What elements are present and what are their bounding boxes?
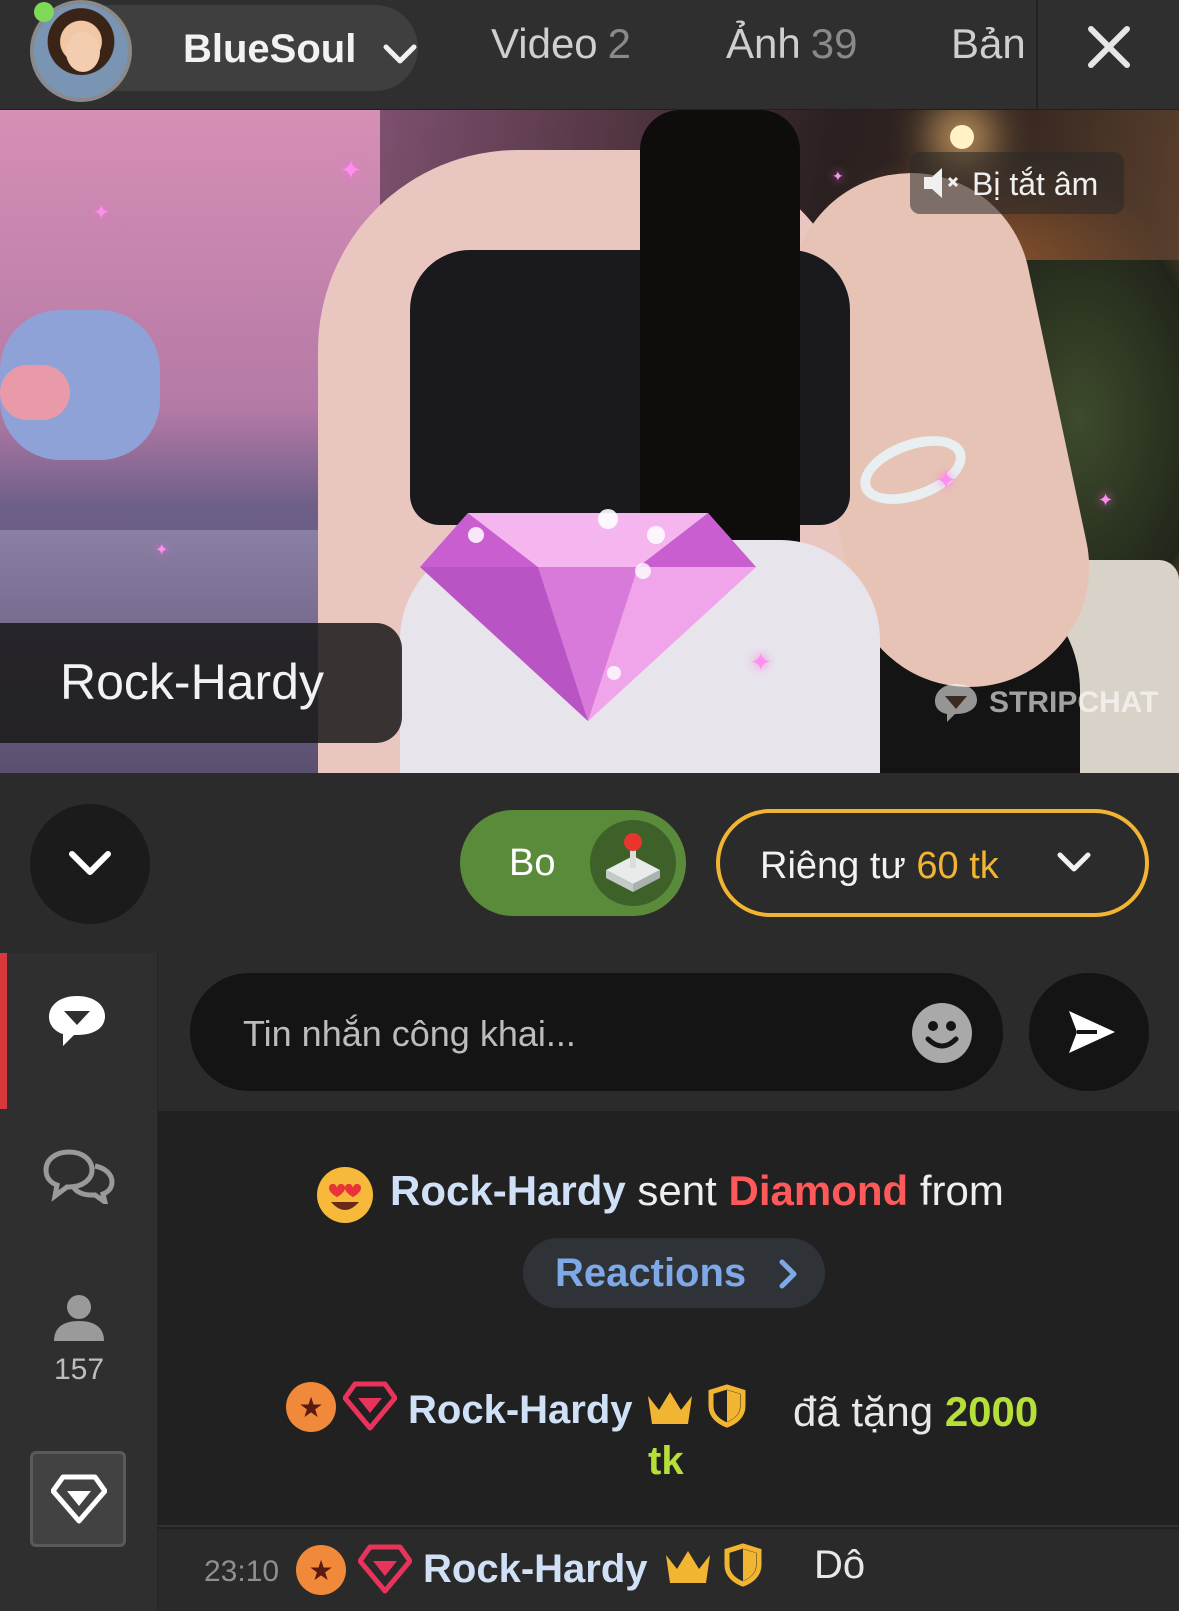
- message-timestamp: 23:10: [204, 1555, 280, 1588]
- smiley-icon: [925, 1021, 959, 1049]
- video-scene-pillow-detail: [0, 365, 70, 420]
- chat-username[interactable]: Rock-Hardy: [408, 1388, 633, 1433]
- tab-photos-count: 39: [810, 20, 858, 67]
- ultimate-badge-icon: [358, 1544, 412, 1594]
- joystick-icon: [590, 820, 676, 906]
- chat-message-tip: ★ Rock-Hardy đã tặng 2000 tk: [158, 1376, 1179, 1506]
- top-bar: BlueSoul Video 2 Ảnh 39 Bản: [0, 0, 1179, 110]
- close-icon: [1088, 26, 1130, 68]
- sidebar-item-viewers[interactable]: 157: [0, 1293, 158, 1403]
- user-icon: [54, 1295, 104, 1341]
- tab-video-label: Video: [491, 20, 598, 67]
- gift-verb: sent: [637, 1167, 717, 1214]
- video-player[interactable]: ✦ ✦ ✦ ✦ ✦ ✦ ✦ Bị tắt âm Rock-Hardy STRIP…: [0, 110, 1179, 773]
- collapse-video-button[interactable]: [30, 804, 150, 924]
- chat-username[interactable]: Rock-Hardy: [390, 1167, 626, 1214]
- ultimate-badge-icon: [343, 1381, 397, 1431]
- private-show-label: Riêng tư 60 tk: [760, 845, 999, 888]
- close-button[interactable]: [1036, 0, 1179, 110]
- private-show-text: Riêng tư: [760, 845, 906, 887]
- public-message-input[interactable]: Tin nhắn công khai...: [190, 973, 1003, 1091]
- muted-indicator[interactable]: Bị tắt âm: [910, 152, 1124, 214]
- gift-notification-banner: Rock-Hardy: [0, 623, 402, 743]
- gift-name: Diamond: [728, 1167, 909, 1214]
- tip-message-text: đã tặng 2000: [793, 1388, 1038, 1436]
- diamond-gift-icon: [420, 509, 756, 721]
- sidebar-item-ultimate[interactable]: [30, 1451, 126, 1547]
- reactions-link[interactable]: Reactions: [523, 1238, 825, 1308]
- chevron-down-icon: [1057, 852, 1091, 872]
- chat-message-gift: Rock-Hardy sent Diamond from: [158, 1161, 1179, 1241]
- app-root: BlueSoul Video 2 Ảnh 39 Bản ✦ ✦ ✦ ✦ ✦ ✦ …: [0, 0, 1179, 1611]
- model-username: BlueSoul: [183, 27, 357, 71]
- sparkle-icon: ✦: [935, 465, 957, 495]
- shield-icon: [708, 1384, 746, 1428]
- diamond-icon: [51, 1474, 107, 1524]
- tab-video[interactable]: Video 2: [491, 20, 631, 68]
- star-badge-icon: ★: [286, 1382, 336, 1432]
- sparkle-icon: ✦: [340, 155, 362, 185]
- emoji-button[interactable]: [912, 1003, 972, 1063]
- message-divider: [158, 1525, 1179, 1527]
- sparkle-icon: ✦: [832, 168, 844, 184]
- chevron-down-icon: [383, 44, 417, 64]
- speaker-muted-icon: [924, 168, 959, 198]
- private-show-price: 60 tk: [916, 845, 999, 887]
- send-icon: [1069, 1011, 1115, 1053]
- tab-video-count: 2: [607, 20, 632, 67]
- reactions-label: Reactions: [555, 1251, 747, 1295]
- sparkle-icon: ✦: [1098, 490, 1114, 510]
- crown-icon: [648, 1392, 692, 1424]
- message-text: Dô: [814, 1543, 866, 1587]
- tip-amount: 2000: [944, 1388, 1039, 1435]
- message-input-placeholder: Tin nhắn công khai...: [243, 1013, 576, 1054]
- sparkle-icon: ✦: [155, 542, 169, 559]
- muted-label: Bị tắt âm: [972, 166, 1099, 202]
- chevron-right-icon: [779, 1259, 797, 1289]
- sidebar-item-public-chat[interactable]: [0, 993, 158, 1073]
- tab-more[interactable]: Bản: [951, 20, 1026, 68]
- chat-input-area: Tin nhắn công khai...: [158, 953, 1179, 1111]
- send-button[interactable]: [1029, 973, 1149, 1091]
- heart-eyes-emoji-icon: [317, 1167, 373, 1223]
- stripchat-logo-icon: [935, 684, 977, 722]
- crown-icon: [666, 1551, 710, 1583]
- chat-sidebar: 157: [0, 953, 158, 1611]
- tip-unit: tk: [648, 1439, 684, 1483]
- sparkle-icon: ✦: [93, 202, 110, 224]
- brand-watermark: STRIPCHAT: [933, 680, 1158, 724]
- online-indicator: [34, 2, 54, 22]
- private-show-button[interactable]: Riêng tư 60 tk: [716, 809, 1149, 917]
- chat-message: 23:10 ★ Rock-Hardy Dô: [158, 1529, 1179, 1611]
- chevron-down-icon: [69, 851, 111, 875]
- tip-button-label: Bo: [509, 842, 556, 884]
- chat-bubble-icon: [49, 996, 105, 1046]
- star-badge-icon: ★: [296, 1545, 346, 1595]
- watermark-label: STRIPCHAT: [989, 686, 1159, 719]
- chat-username[interactable]: Rock-Hardy: [423, 1547, 648, 1592]
- controls-row: Bo Riêng tư 60 tk: [0, 773, 1179, 953]
- tip-button[interactable]: Bo: [460, 810, 686, 916]
- gift-suffix: from: [919, 1167, 1004, 1214]
- gift-sender-name: Rock-Hardy: [60, 654, 324, 710]
- viewers-count: 157: [53, 1353, 105, 1386]
- tab-photos-label: Ảnh: [726, 20, 801, 67]
- tab-more-label: Bản: [951, 20, 1026, 67]
- video-scene-lamp: [950, 125, 974, 149]
- messages-icon: [43, 1149, 115, 1204]
- tip-action: đã tặng: [793, 1388, 934, 1435]
- shield-icon: [724, 1543, 762, 1587]
- chat-messages: Rock-Hardy sent Diamond from Reactions ★…: [158, 1111, 1179, 1611]
- gift-message-text: Rock-Hardy sent Diamond from: [390, 1167, 1004, 1215]
- tab-photos[interactable]: Ảnh 39: [726, 20, 857, 68]
- sidebar-item-private-messages[interactable]: [0, 1148, 158, 1218]
